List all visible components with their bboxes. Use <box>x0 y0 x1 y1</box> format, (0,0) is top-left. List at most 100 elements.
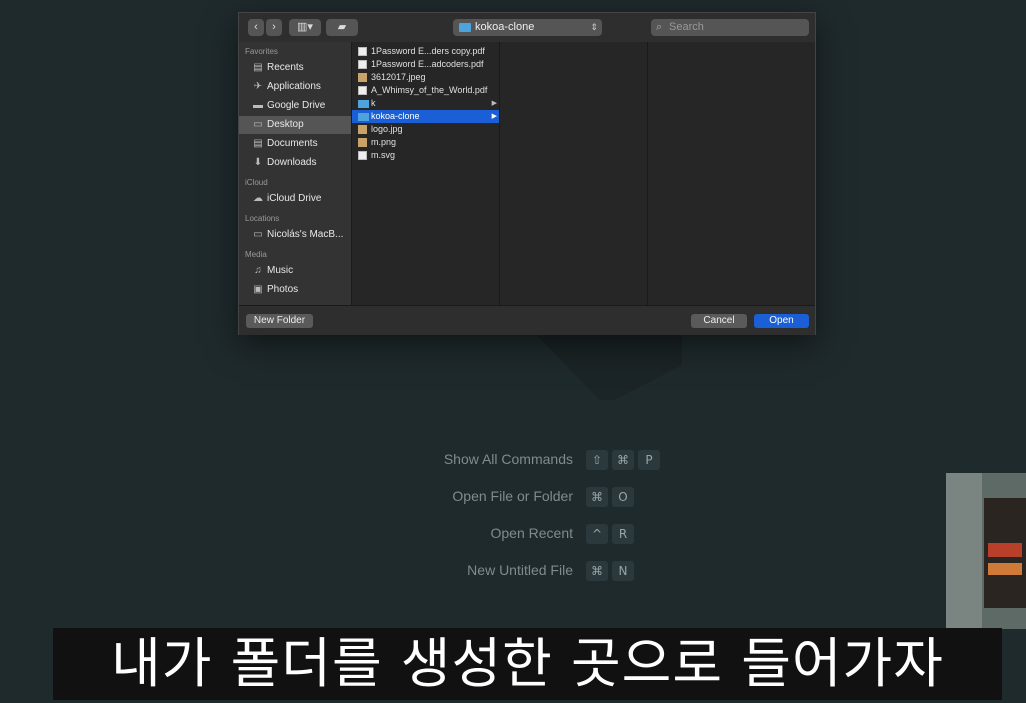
applications-icon: ✈ <box>253 81 263 92</box>
file-row[interactable]: m.svg <box>352 149 499 162</box>
keyboard-shortcut: ⌘ O <box>586 487 634 507</box>
forward-button[interactable]: › <box>266 19 282 36</box>
sidebar-item-google-drive[interactable]: ▬ Google Drive <box>239 97 351 115</box>
document-icon <box>358 60 367 69</box>
music-icon: ♫ <box>254 265 262 276</box>
keyboard-shortcut: ⇧ ⌘ P <box>586 450 660 470</box>
file-column-2[interactable] <box>500 42 648 305</box>
sidebar-item-label: Recents <box>267 62 304 73</box>
key-cap: R <box>612 524 634 544</box>
search-placeholder: Search <box>669 21 704 33</box>
search-icon: ⌕ <box>656 21 663 33</box>
key-cap: ⌘ <box>586 561 608 581</box>
sidebar-section-heading: Locations <box>245 214 280 223</box>
open-button[interactable]: Open <box>754 314 809 328</box>
sidebar-item-label: Applications <box>267 81 321 92</box>
file-name: k <box>371 98 376 108</box>
key-cap: ⌘ <box>586 487 608 507</box>
file-name: m.svg <box>371 150 396 160</box>
key-cap: P <box>638 450 660 470</box>
file-name: m.png <box>371 137 397 147</box>
file-row[interactable]: m.png <box>352 136 499 149</box>
cancel-button[interactable]: Cancel <box>691 314 747 328</box>
key-cap: ^ <box>586 524 608 544</box>
document-icon <box>358 47 367 56</box>
dialog-toolbar: ‹ › ▥▾ ▰ kokoa-clone ⇕ ⌕ Search <box>239 13 815 43</box>
document-icon <box>358 86 367 95</box>
welcome-command[interactable]: Open File or Folder ⌘ O <box>400 487 700 507</box>
file-name: 1Password E...adcoders.pdf <box>371 59 484 69</box>
file-name: kokoa-clone <box>371 111 420 121</box>
keyboard-shortcut: ⌘ N <box>586 561 634 581</box>
command-label: Open Recent <box>490 525 574 541</box>
documents-icon: ▤ <box>253 138 263 149</box>
sidebar-item-nicol-s-s-macb[interactable]: ▭ Nicolás's MacB... <box>239 226 351 244</box>
sidebar-item-music[interactable]: ♫ Music <box>239 262 351 280</box>
command-label: New Untitled File <box>467 562 573 578</box>
search-input[interactable]: ⌕ Search <box>651 19 809 36</box>
command-label: Show All Commands <box>443 451 573 467</box>
sidebar-section-heading: Favorites <box>245 47 278 56</box>
sidebar-item-applications[interactable]: ✈ Applications <box>239 78 351 96</box>
file-row[interactable]: kokoa-clone ▶ <box>352 110 499 123</box>
laptop-icon: ▭ <box>253 229 263 240</box>
path-popup[interactable]: kokoa-clone ⇕ <box>453 19 602 36</box>
file-row[interactable]: 1Password E...adcoders.pdf <box>352 58 499 71</box>
folder-icon: ▬ <box>253 100 263 111</box>
folder-icon <box>358 100 369 108</box>
file-column-3[interactable] <box>648 42 815 305</box>
downloads-icon: ⬇ <box>253 157 263 168</box>
sidebar-item-label: Google Drive <box>267 100 326 111</box>
view-mode-button[interactable]: ▥▾ <box>289 19 321 36</box>
new-folder-button[interactable]: New Folder <box>246 314 313 328</box>
sidebar-item-label: Nicolás's MacB... <box>267 229 344 240</box>
keyboard-shortcut: ^ R <box>586 524 634 544</box>
file-column-1[interactable]: 1Password E...ders copy.pdf 1Password E..… <box>352 42 500 305</box>
sidebar-item-icloud-drive[interactable]: ☁ iCloud Drive <box>239 190 351 208</box>
image-file-icon <box>358 138 367 147</box>
file-row[interactable]: 1Password E...ders copy.pdf <box>352 45 499 58</box>
key-cap: N <box>612 561 634 581</box>
folder-icon: ▰ <box>337 21 347 33</box>
file-row[interactable]: A_Whimsy_of_the_World.pdf <box>352 84 499 97</box>
disclosure-arrow-icon: ▶ <box>491 100 497 107</box>
sidebar-item-label: Desktop <box>267 119 304 130</box>
sidebar-item-label: Downloads <box>267 157 317 168</box>
file-row[interactable]: logo.jpg <box>352 123 499 136</box>
sidebar-item-label: Music <box>267 265 294 276</box>
open-file-dialog: ‹ › ▥▾ ▰ kokoa-clone ⇕ ⌕ Search Favorite… <box>238 12 816 335</box>
image-file-icon <box>358 125 367 134</box>
webcam-wall <box>946 473 982 629</box>
sidebar-section-heading: Media <box>245 250 267 259</box>
command-label: Open File or Folder <box>452 488 573 504</box>
column-view-icon: ▥▾ <box>297 21 313 33</box>
updown-chevron-icon: ⇕ <box>590 22 598 32</box>
welcome-command[interactable]: New Untitled File ⌘ N <box>400 561 700 581</box>
file-name: A_Whimsy_of_the_World.pdf <box>371 85 488 95</box>
back-icon: ‹ <box>254 21 258 33</box>
welcome-command[interactable]: Open Recent ^ R <box>400 524 700 544</box>
subtitle-caption: 내가 폴더를 생성한 곳으로 들어가자 <box>53 628 1002 700</box>
sidebar-item-label: Photos <box>267 284 299 295</box>
welcome-command[interactable]: Show All Commands ⇧ ⌘ P <box>400 450 700 470</box>
recents-icon: ▤ <box>253 62 263 73</box>
sidebar-item-downloads[interactable]: ⬇ Downloads <box>239 154 351 172</box>
back-button[interactable]: ‹ <box>248 19 264 36</box>
document-icon <box>358 151 367 160</box>
sidebar-item-photos[interactable]: ▣ Photos <box>239 281 351 299</box>
sidebar-item-label: Documents <box>267 138 318 149</box>
webcam-books <box>988 543 1022 557</box>
dialog-footer: New Folder Cancel Open <box>239 305 815 335</box>
file-row[interactable]: 3612017.jpeg <box>352 71 499 84</box>
file-row[interactable]: k ▶ <box>352 97 499 110</box>
key-cap: ⌘ <box>612 450 634 470</box>
sidebar-item-desktop[interactable]: ▭ Desktop <box>239 116 351 134</box>
file-name: 1Password E...ders copy.pdf <box>371 46 485 56</box>
sidebar-item-documents[interactable]: ▤ Documents <box>239 135 351 153</box>
key-cap: O <box>612 487 634 507</box>
image-file-icon <box>358 73 367 82</box>
folder-action-button[interactable]: ▰ <box>326 19 358 36</box>
sidebar-item-recents[interactable]: ▤ Recents <box>239 59 351 77</box>
folder-icon <box>358 113 369 121</box>
file-name: logo.jpg <box>371 124 403 134</box>
